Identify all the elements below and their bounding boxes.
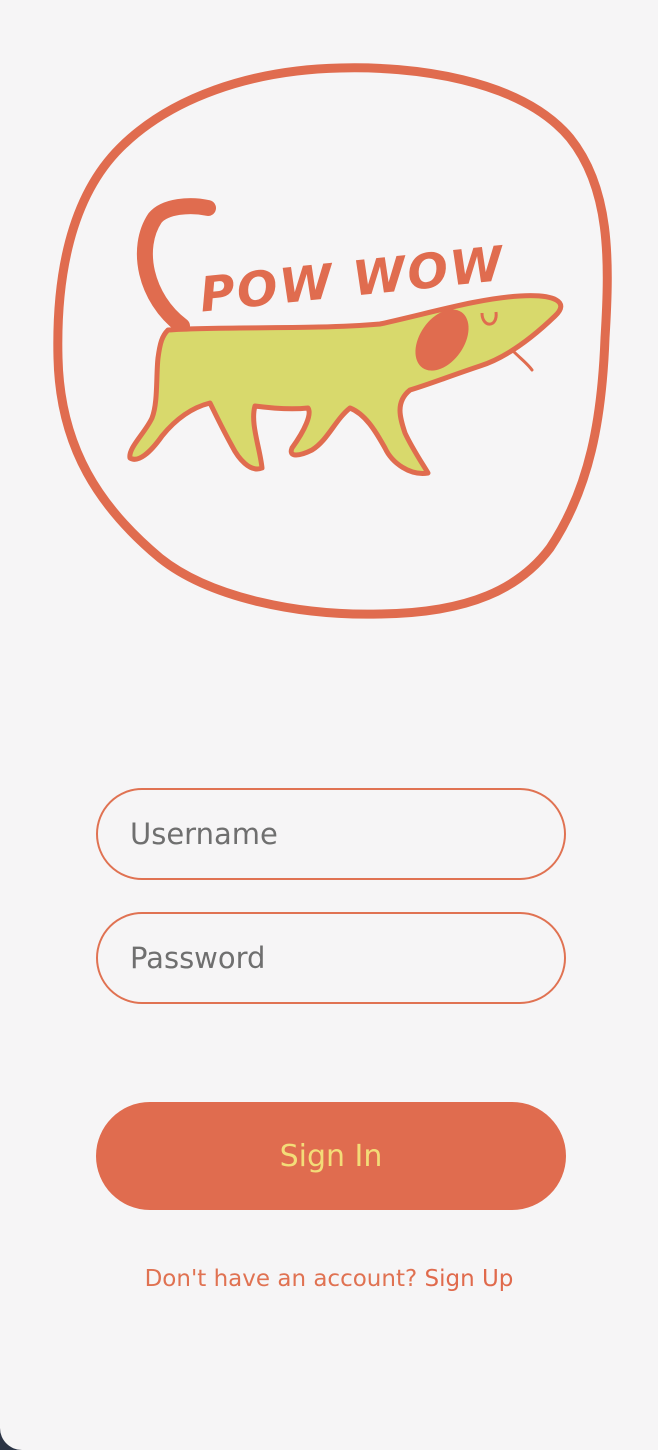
sign-in-button[interactable]: Sign In [96, 1102, 566, 1210]
password-field[interactable] [96, 912, 566, 1004]
login-screen: POW WOW Sign In Don't have an account? S… [0, 0, 658, 1450]
signup-prompt-text: Don't have an account? [144, 1266, 425, 1292]
pow-wow-logo: POW WOW [53, 63, 612, 619]
sign-up-link[interactable]: Sign Up [424, 1266, 513, 1292]
username-input[interactable] [130, 790, 530, 878]
password-input[interactable] [130, 914, 530, 1002]
dog-body [127, 293, 564, 476]
username-field[interactable] [96, 788, 566, 880]
signup-prompt: Don't have an account? Sign Up [0, 1266, 658, 1292]
